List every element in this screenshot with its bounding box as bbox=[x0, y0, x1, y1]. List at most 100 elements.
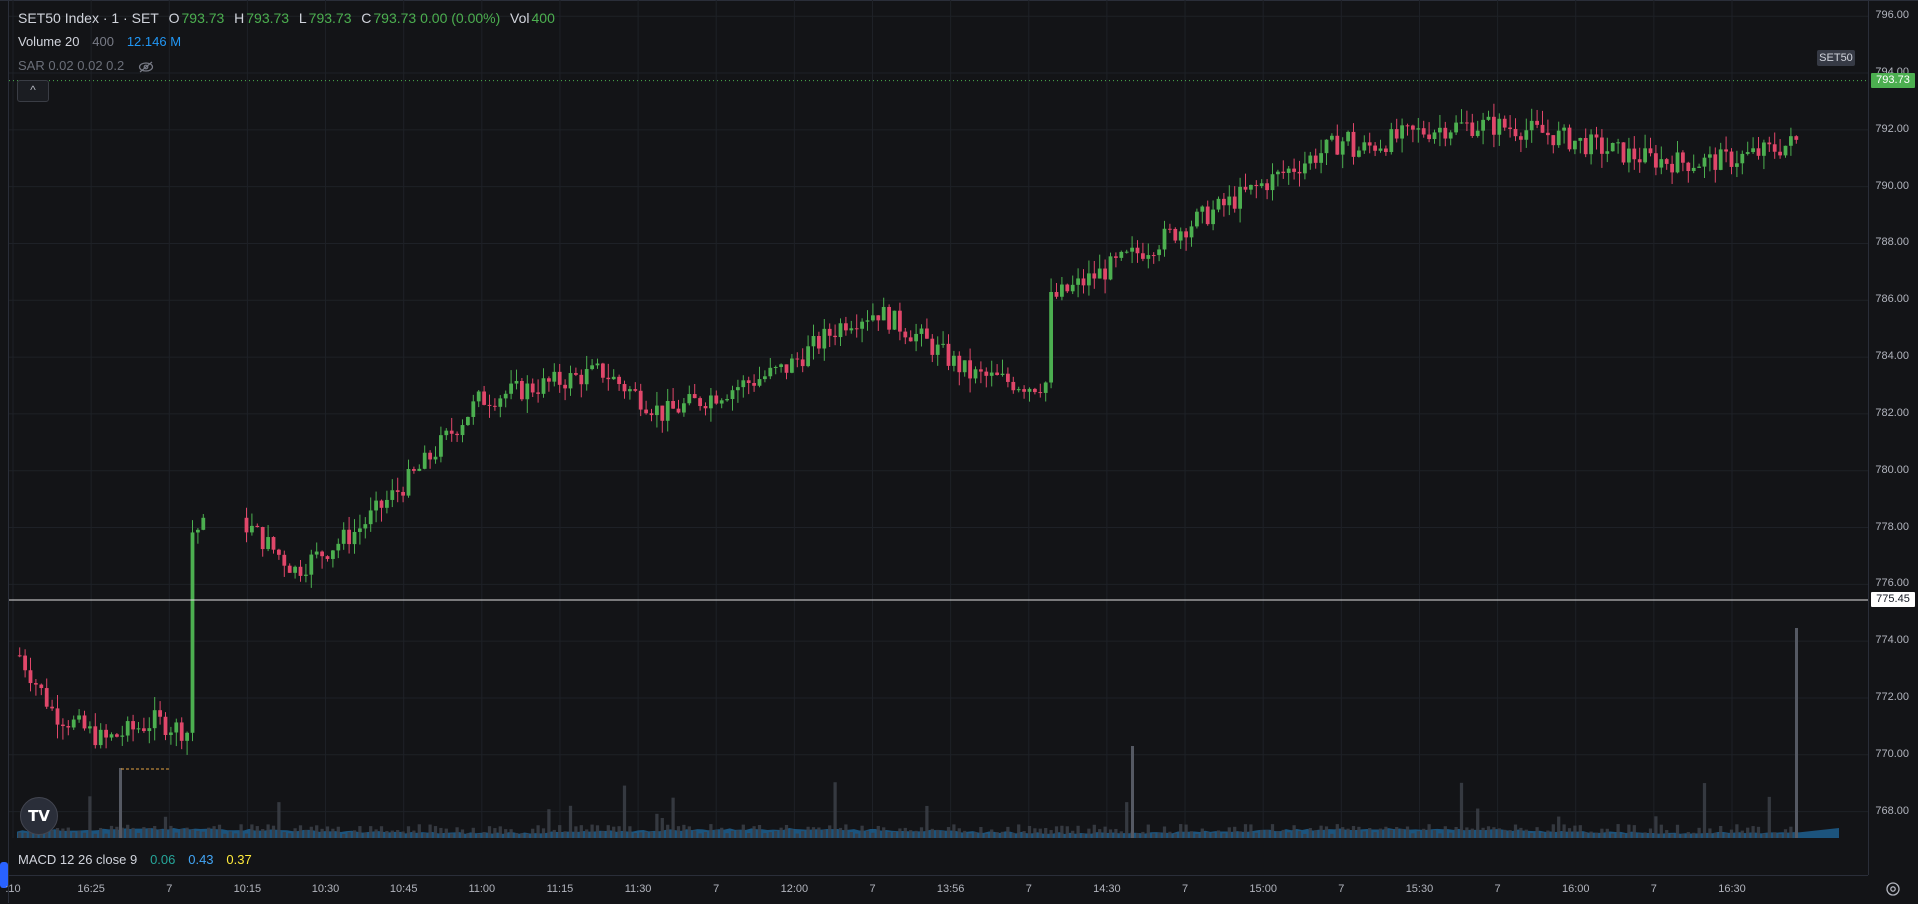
tradingview-logo[interactable]: TV bbox=[20, 797, 58, 835]
candle-body bbox=[1405, 125, 1410, 127]
volume-bar bbox=[126, 824, 130, 838]
volume-bar bbox=[547, 809, 551, 838]
candle-body bbox=[293, 566, 297, 573]
candle-body bbox=[487, 404, 492, 406]
macd-line-value: 0.43 bbox=[188, 852, 214, 867]
candle-body bbox=[584, 369, 589, 385]
candle-body bbox=[1767, 142, 1772, 145]
volume-bar bbox=[163, 816, 168, 838]
volume-bar bbox=[207, 827, 211, 838]
volume-bar bbox=[1351, 826, 1356, 838]
volume-bar bbox=[757, 825, 762, 838]
volume-bar bbox=[93, 833, 97, 838]
volume-bar bbox=[50, 830, 54, 838]
candle-body bbox=[1265, 183, 1269, 191]
candle-body bbox=[574, 373, 578, 375]
volume-bar bbox=[725, 833, 729, 838]
symbol-title[interactable]: SET50 Index · 1 · SET bbox=[18, 10, 159, 26]
volume-bar bbox=[1659, 824, 1663, 838]
volume-bar bbox=[1638, 833, 1642, 838]
candle-body bbox=[887, 306, 891, 330]
candle-body bbox=[460, 425, 465, 436]
candle-body bbox=[1238, 186, 1242, 209]
candle-body bbox=[552, 371, 557, 382]
candle-body bbox=[601, 363, 605, 378]
candle-body bbox=[104, 729, 108, 738]
candle-body bbox=[142, 728, 146, 732]
price-tick-label: 790.00 bbox=[1875, 179, 1909, 192]
candle-body bbox=[82, 715, 87, 729]
candle-body bbox=[1054, 292, 1059, 297]
volume-bar bbox=[898, 828, 902, 838]
volume-bar bbox=[1049, 830, 1053, 838]
signal-line-value: 0.37 bbox=[226, 852, 252, 867]
sar-legend[interactable]: SAR 0.02 0.02 0.2 bbox=[18, 58, 154, 73]
price-scale[interactable]: 796.00794.00792.00790.00788.00786.00784.… bbox=[1868, 0, 1918, 875]
candle-body bbox=[190, 532, 195, 733]
candle-body bbox=[1076, 278, 1080, 285]
volume-bar bbox=[1168, 831, 1172, 838]
volume-bar bbox=[1373, 832, 1377, 838]
time-tick-label: 15:30 bbox=[1405, 883, 1434, 895]
candle-body bbox=[1475, 130, 1480, 136]
volume-bar bbox=[1357, 826, 1361, 838]
time-tick-label: 15:00 bbox=[1249, 883, 1277, 895]
macd-legend[interactable]: MACD 12 26 close 9 0.06 0.43 0.37 bbox=[18, 852, 254, 867]
candle-body bbox=[1200, 206, 1205, 212]
volume-bar bbox=[784, 824, 789, 838]
volume-bar bbox=[1233, 826, 1237, 838]
volume-bar bbox=[1740, 830, 1744, 838]
price-tick-label: 772.00 bbox=[1875, 690, 1909, 703]
volume-bar bbox=[1125, 802, 1129, 838]
volume-bar bbox=[1530, 833, 1534, 838]
candle-body bbox=[806, 346, 810, 367]
candle-body bbox=[1340, 141, 1345, 155]
volume-bar bbox=[1092, 824, 1096, 838]
volume-bar bbox=[952, 824, 956, 838]
candle-body bbox=[903, 331, 908, 338]
candle-body bbox=[709, 395, 713, 409]
price-tick-label: 784.00 bbox=[1875, 350, 1909, 363]
collapse-legend-button[interactable]: ^ bbox=[17, 80, 49, 102]
chart-canvas[interactable] bbox=[9, 0, 1868, 875]
time-axis[interactable]: :10 16:25 7 10:15 10:30 10:45 11:00 11:15 11:30 7… bbox=[5, 875, 1868, 904]
volume-bar bbox=[1065, 826, 1069, 838]
volume-bar bbox=[315, 825, 319, 838]
chart-area[interactable] bbox=[9, 0, 1868, 875]
candle-body bbox=[1508, 127, 1512, 129]
volume-bar bbox=[1449, 832, 1453, 838]
settings-gear-icon[interactable] bbox=[1884, 880, 1902, 898]
time-tick-label: 11:00 bbox=[468, 883, 496, 895]
candle-body bbox=[1092, 273, 1097, 279]
volume-bar bbox=[1216, 830, 1221, 838]
volume-bar bbox=[1249, 824, 1253, 838]
price-tick-label: 770.00 bbox=[1875, 747, 1909, 760]
volume-bar bbox=[1222, 833, 1226, 838]
volume-bar bbox=[1573, 825, 1577, 838]
candle-body bbox=[838, 323, 843, 338]
volume-bar bbox=[833, 782, 837, 838]
candle-body bbox=[876, 315, 881, 321]
volume-bar bbox=[1270, 824, 1275, 838]
volume-bar bbox=[444, 828, 448, 838]
candle-body bbox=[379, 500, 384, 508]
volume-legend[interactable]: Volume 20 400 12.146 M bbox=[18, 34, 183, 49]
candle-body bbox=[1702, 157, 1707, 167]
candle-body bbox=[1432, 132, 1437, 140]
chart-app: SET50 Index · 1 · SET O 793.73 H 793.73 L7… bbox=[0, 0, 1918, 903]
volume-bar bbox=[1621, 833, 1626, 838]
volume-bar bbox=[973, 832, 978, 838]
candle-body bbox=[358, 528, 362, 532]
volume-bar bbox=[1762, 833, 1766, 838]
candle-body bbox=[1686, 162, 1691, 172]
candle-body bbox=[1357, 150, 1361, 157]
price-tick-label: 778.00 bbox=[1875, 520, 1909, 533]
volume-bar bbox=[1405, 826, 1410, 838]
hidden-eye-icon[interactable] bbox=[138, 61, 154, 73]
candle-body bbox=[401, 491, 405, 496]
candle-body bbox=[196, 529, 200, 533]
price-tick-label: 782.00 bbox=[1875, 406, 1909, 419]
candle-body bbox=[1146, 255, 1151, 259]
candle-body bbox=[158, 710, 162, 717]
volume-bar bbox=[1362, 831, 1366, 838]
